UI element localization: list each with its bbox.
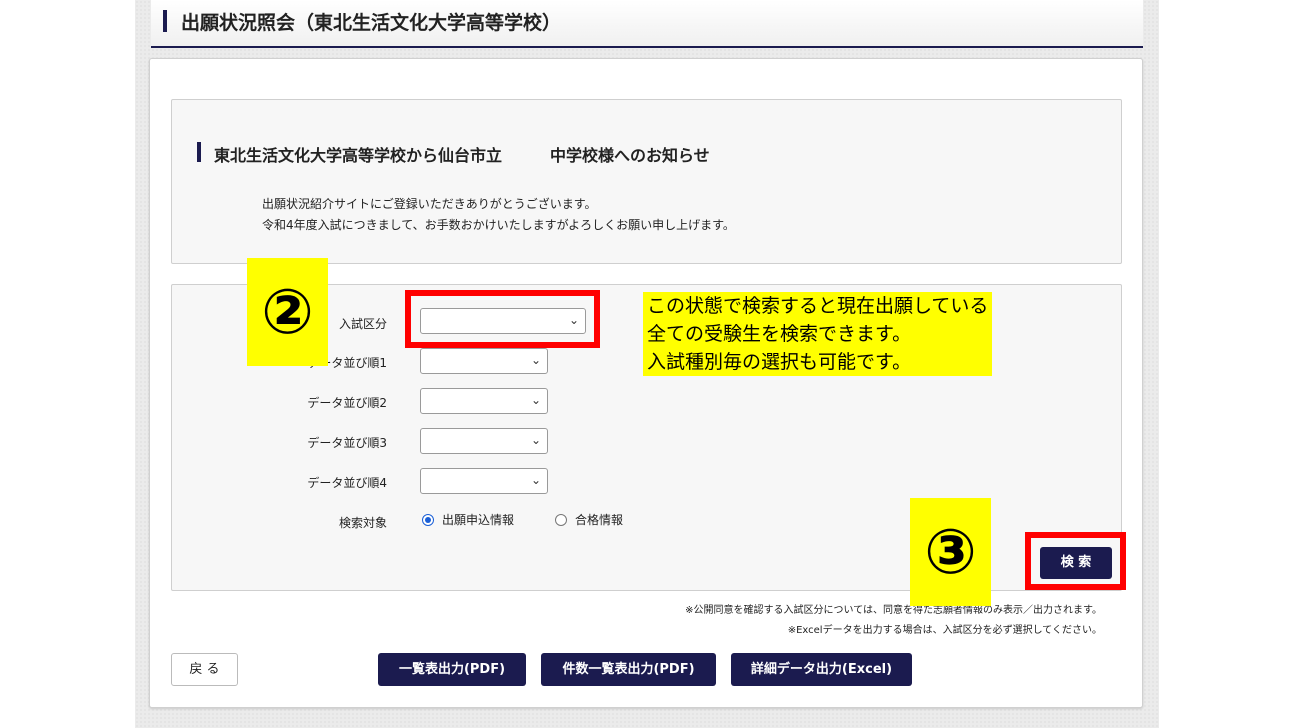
callout-line2: 全ての受験生を検索できます。: [647, 323, 912, 345]
count-pdf-button[interactable]: 件数一覧表出力(PDF): [541, 653, 716, 686]
radio-pass[interactable]: [555, 513, 567, 526]
sort2-label: データ並び順2: [307, 396, 387, 410]
sort1-select[interactable]: ⌄: [420, 348, 548, 374]
main-card: 東北生活文化大学高等学校から仙台市立 中学校様へのお知らせ 出願状況紹介サイトに…: [149, 58, 1143, 708]
notice-message-line2: 令和4年度入試につきまして、お手数おかけいたしますがよろしくお願い申し上げます。: [262, 218, 735, 232]
step2-marker: ②: [247, 258, 328, 366]
chevron-down-icon: ⌄: [530, 353, 541, 367]
step3-marker: ③: [910, 498, 991, 606]
detail-excel-button[interactable]: 詳細データ出力(Excel): [731, 653, 912, 686]
page-header: 出願状況照会（東北生活文化大学高等学校）: [151, 0, 1143, 48]
notice-accent-bar: [197, 142, 201, 162]
list-pdf-button[interactable]: 一覧表出力(PDF): [378, 653, 526, 686]
radio-application-option[interactable]: 出願申込情報: [422, 511, 514, 528]
notice-message-line1: 出願状況紹介サイトにご登録いただきありがとうございます。: [262, 197, 597, 211]
search-button-highlight-box: [1025, 532, 1126, 590]
exam-category-highlight-box: [405, 290, 600, 348]
callout-note: この状態で検索すると現在出願している 全ての受験生を検索できます。 入試種別毎の…: [643, 292, 993, 376]
chevron-down-icon: ⌄: [530, 433, 541, 447]
notice-title: 東北生活文化大学高等学校から仙台市立 中学校様へのお知らせ: [214, 146, 710, 165]
sort3-select[interactable]: ⌄: [420, 428, 548, 454]
radio-application[interactable]: [422, 513, 434, 526]
chevron-down-icon: ⌄: [530, 473, 541, 487]
excel-note: ※Excelデータを出力する場合は、入試区分を必ず選択してください。: [787, 625, 1102, 636]
radio-pass-option[interactable]: 合格情報: [555, 511, 623, 528]
back-button[interactable]: 戻 る: [171, 653, 238, 686]
radio-pass-label: 合格情報: [575, 513, 624, 527]
sort4-select[interactable]: ⌄: [420, 468, 548, 494]
consent-note: ※公開同意を確認する入試区分については、同意を得た志願者情報のみ表示／出力されま…: [685, 605, 1102, 616]
page-title: 出願状況照会（東北生活文化大学高等学校）: [181, 12, 562, 34]
search-target-label: 検索対象: [338, 516, 387, 530]
header-accent-bar: [163, 10, 167, 32]
callout-line1: この状態で検索すると現在出願している: [647, 295, 989, 317]
sort2-select[interactable]: ⌄: [420, 388, 548, 414]
callout-line3: 入試種別毎の選択も可能です。: [647, 351, 912, 373]
chevron-down-icon: ⌄: [530, 393, 541, 407]
sort3-label: データ並び順3: [307, 436, 387, 450]
notice-box: 東北生活文化大学高等学校から仙台市立 中学校様へのお知らせ 出願状況紹介サイトに…: [171, 99, 1122, 264]
sort4-label: データ並び順4: [307, 476, 387, 490]
radio-application-label: 出願申込情報: [442, 513, 515, 527]
